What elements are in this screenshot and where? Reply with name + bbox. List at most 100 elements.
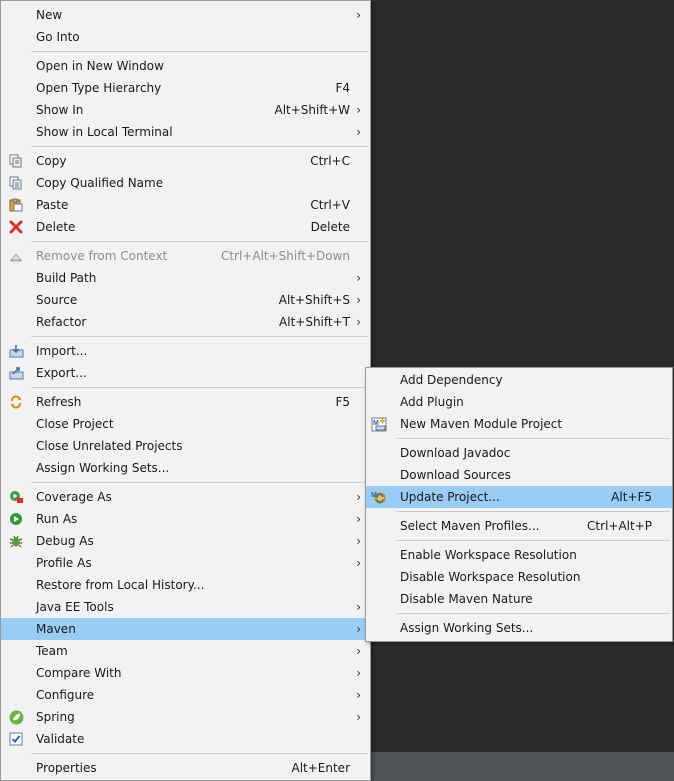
menu-item-shortcut: Ctrl+V <box>310 198 350 212</box>
menu-item-label: Run As <box>36 512 78 526</box>
menu-item-label: Export... <box>36 366 87 380</box>
menu-item-refresh[interactable]: Refresh F5 <box>1 391 370 413</box>
menu-item-label: Go Into <box>36 30 80 44</box>
menu-item-label: Refactor <box>36 315 87 329</box>
menu-item-label: Open Type Hierarchy <box>36 81 162 95</box>
update-project-icon: M <box>371 490 387 504</box>
delete-icon <box>8 220 24 234</box>
menu-item-label: Profile As <box>36 556 92 570</box>
menu-item-label: Build Path <box>36 271 97 285</box>
menu-item-export[interactable]: Export... <box>1 362 370 384</box>
menu-item-download-sources[interactable]: Download Sources <box>366 464 672 486</box>
menu-item-shortcut: Alt+Enter <box>291 761 350 775</box>
menu-item-label: Import... <box>36 344 88 358</box>
svg-text:M: M <box>371 492 377 499</box>
menu-item-profile-as[interactable]: Profile As › <box>1 552 370 574</box>
menu-item-label: Source <box>36 293 78 307</box>
import-icon <box>8 344 24 358</box>
submenu-arrow-icon: › <box>356 600 361 614</box>
status-area-inner <box>372 752 674 781</box>
menu-item-download-javadoc[interactable]: Download Javadoc <box>366 442 672 464</box>
menu-item-copy[interactable]: Copy Ctrl+C <box>1 150 370 172</box>
menu-item-add-plugin[interactable]: Add Plugin <box>366 391 672 413</box>
menu-item-label: Open in New Window <box>36 59 164 73</box>
menu-item-validate[interactable]: Validate <box>1 728 370 750</box>
menu-item-disable-maven-nature[interactable]: Disable Maven Nature <box>366 588 672 610</box>
menu-item-label: Refresh <box>36 395 82 409</box>
menu-item-label: Close Unrelated Projects <box>36 439 183 453</box>
validate-check-icon <box>8 732 24 746</box>
menu-item-new[interactable]: New › <box>1 4 370 26</box>
menu-item-configure[interactable]: Configure › <box>1 684 370 706</box>
menu-item-label: Disable Workspace Resolution <box>400 570 581 584</box>
menu-item-assign-working-sets[interactable]: Assign Working Sets... <box>1 457 370 479</box>
menu-item-go-into[interactable]: Go Into <box>1 26 370 48</box>
menu-item-label: Show In <box>36 103 84 117</box>
menu-item-close-unrelated-projects[interactable]: Close Unrelated Projects <box>1 435 370 457</box>
menu-item-show-in-local-terminal[interactable]: Show in Local Terminal › <box>1 121 370 143</box>
menu-item-label: Maven <box>36 622 76 636</box>
run-icon <box>8 512 24 526</box>
menu-item-coverage-as[interactable]: Coverage As › <box>1 486 370 508</box>
menu-item-label: Remove from Context <box>36 249 168 263</box>
copy-qualified-icon <box>8 176 24 190</box>
menu-item-paste[interactable]: Paste Ctrl+V <box>1 194 370 216</box>
menu-item-shortcut: Ctrl+Alt+P <box>587 519 652 533</box>
menu-separator <box>31 146 368 147</box>
menu-item-restore-from-local-history[interactable]: Restore from Local History... <box>1 574 370 596</box>
menu-item-select-maven-profiles[interactable]: Select Maven Profiles... Ctrl+Alt+P <box>366 515 672 537</box>
menu-item-build-path[interactable]: Build Path › <box>1 267 370 289</box>
menu-separator <box>397 613 670 614</box>
menu-item-label: New Maven Module Project <box>400 417 563 431</box>
menu-item-debug-as[interactable]: Debug As › <box>1 530 370 552</box>
menu-separator <box>31 387 368 388</box>
menu-item-maven[interactable]: Maven › <box>1 618 370 640</box>
menu-item-java-ee-tools[interactable]: Java EE Tools › <box>1 596 370 618</box>
refresh-icon <box>8 395 24 409</box>
menu-item-source[interactable]: Source Alt+Shift+S › <box>1 289 370 311</box>
submenu-arrow-icon: › <box>356 293 361 307</box>
submenu-arrow-icon: › <box>356 622 361 636</box>
menu-item-enable-workspace-resolution[interactable]: Enable Workspace Resolution <box>366 544 672 566</box>
menu-item-delete[interactable]: Delete Delete <box>1 216 370 238</box>
menu-item-run-as[interactable]: Run As › <box>1 508 370 530</box>
menu-item-properties[interactable]: Properties Alt+Enter <box>1 757 370 779</box>
menu-item-copy-qualified-name[interactable]: Copy Qualified Name <box>1 172 370 194</box>
menu-item-shortcut: Alt+F5 <box>611 490 652 504</box>
menu-item-new-maven-module-project[interactable]: M New Maven Module Project <box>366 413 672 435</box>
menu-item-label: Select Maven Profiles... <box>400 519 540 533</box>
submenu-arrow-icon: › <box>356 103 361 117</box>
menu-item-assign-working-sets[interactable]: Assign Working Sets... <box>366 617 672 639</box>
menu-item-label: Spring <box>36 710 75 724</box>
debug-icon <box>8 534 24 548</box>
submenu-arrow-icon: › <box>356 534 361 548</box>
menu-item-label: Team <box>36 644 68 658</box>
menu-item-shortcut: Ctrl+C <box>310 154 350 168</box>
menu-item-shortcut: Alt+Shift+W <box>274 103 351 117</box>
menu-item-refactor[interactable]: Refactor Alt+Shift+T › <box>1 311 370 333</box>
menu-item-spring[interactable]: Spring › <box>1 706 370 728</box>
menu-item-label: Properties <box>36 761 97 775</box>
menu-item-import[interactable]: Import... <box>1 340 370 362</box>
menu-item-label: Java EE Tools <box>36 600 114 614</box>
menu-item-open-in-new-window[interactable]: Open in New Window <box>1 55 370 77</box>
menu-item-label: Coverage As <box>36 490 112 504</box>
menu-item-label: Copy Qualified Name <box>36 176 164 190</box>
menu-item-update-project[interactable]: M Update Project... Alt+F5 <box>366 486 672 508</box>
menu-item-team[interactable]: Team › <box>1 640 370 662</box>
copy-icon <box>8 154 24 168</box>
menu-separator <box>31 241 368 242</box>
menu-item-label: Delete <box>36 220 76 234</box>
menu-item-add-dependency[interactable]: Add Dependency <box>366 369 672 391</box>
menu-item-show-in[interactable]: Show In Alt+Shift+W › <box>1 99 370 121</box>
menu-item-close-project[interactable]: Close Project <box>1 413 370 435</box>
coverage-icon <box>8 490 24 504</box>
menu-item-label: Close Project <box>36 417 114 431</box>
submenu-arrow-icon: › <box>356 710 361 724</box>
export-icon <box>8 366 24 380</box>
menu-item-open-type-hierarchy[interactable]: Open Type Hierarchy F4 <box>1 77 370 99</box>
menu-item-disable-workspace-resolution[interactable]: Disable Workspace Resolution <box>366 566 672 588</box>
menu-item-label: Restore from Local History... <box>36 578 205 592</box>
menu-item-compare-with[interactable]: Compare With › <box>1 662 370 684</box>
submenu-arrow-icon: › <box>356 125 361 139</box>
